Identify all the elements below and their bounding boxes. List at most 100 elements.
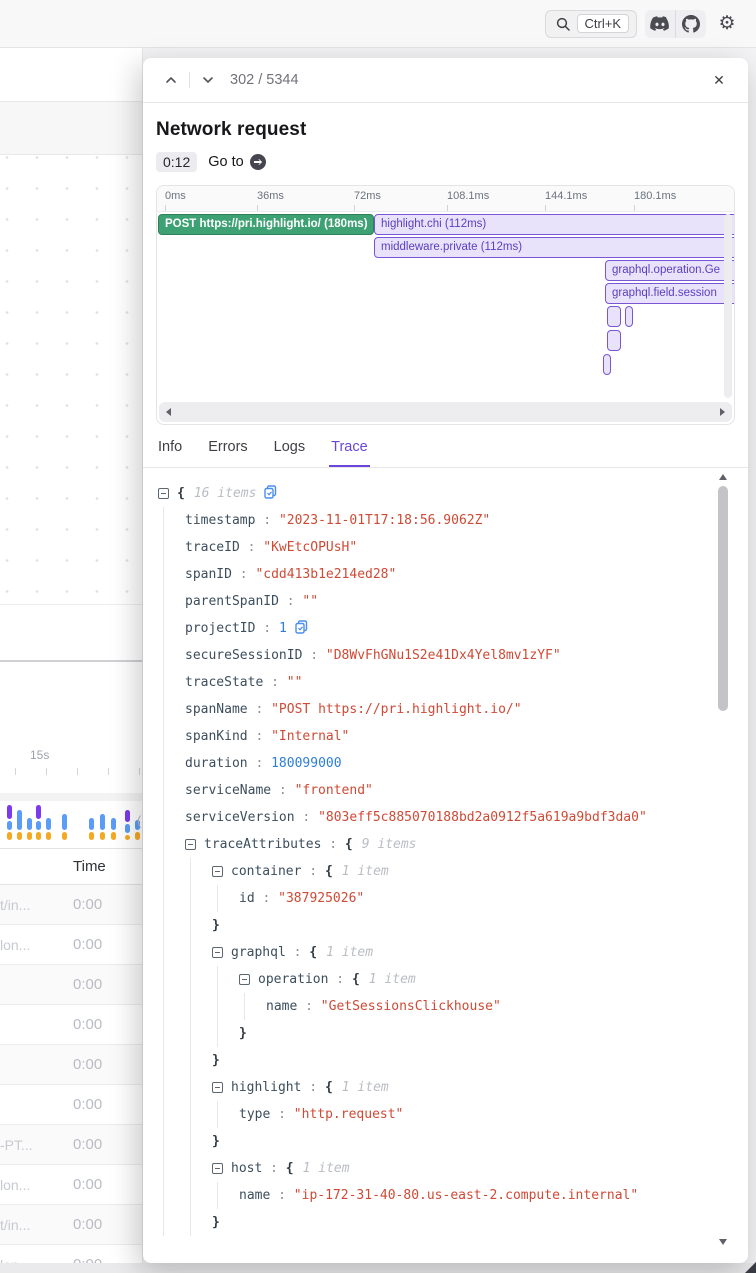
trace-span[interactable] [603,354,611,375]
histogram-bar-segment [89,832,94,840]
histogram-bar-segment [111,818,116,830]
tree-line: projectID : 1 [185,615,308,642]
histogram-bar-segment [36,832,41,840]
request-counter: 302 / 5344 [230,72,299,88]
tree-line: id : "387925026" [239,885,364,912]
scroll-down-icon[interactable] [719,1239,727,1245]
histogram-bar-segment [17,810,22,830]
table-row[interactable]: lon...0:00 [0,925,142,965]
row-label: -PT... [0,1137,62,1153]
tree-line: operation : {1 item [239,966,416,993]
background-subheader-row [0,102,142,155]
indent-guide [217,1182,218,1209]
search-button[interactable]: Ctrl+K [545,10,637,38]
tree-line: traceState : "" [185,669,302,696]
page-title: Network request [156,119,735,141]
table-row[interactable]: 0:00 [0,1045,142,1085]
axis-tick-label: 144.1ms [545,190,587,202]
trace-span[interactable]: POST https://pri.highlight.io/ (180ms) [158,214,374,235]
community-links [645,10,706,38]
collapse-toggle-icon[interactable] [158,488,169,499]
previous-request-button[interactable] [161,70,181,90]
table-row[interactable]: lon...0:00 [0,1165,142,1205]
tree-line: timestamp : "2023-11-01T17:18:56.9062Z" [185,507,490,534]
goto-label: Go to [208,154,243,170]
table-row[interactable]: t/in...0:00 [0,885,142,925]
trace-json-tree: {16 itemstimestamp : "2023-11-01T17:18:5… [156,468,735,1255]
histogram-bar-segment [100,814,105,830]
table-row[interactable]: -PT...0:00 [0,1125,142,1165]
tree-line: type : "http.request" [239,1101,403,1128]
detail-tabs: Info Errors Logs Trace [156,439,735,467]
close-button[interactable] [708,69,730,91]
tab-logs[interactable]: Logs [274,439,305,467]
table-row[interactable]: 0:00 [0,965,142,1005]
tree-line: graphql : {1 item [212,939,373,966]
trace-span[interactable]: graphql.operation.Ge [605,260,735,281]
collapse-toggle-icon[interactable] [185,839,196,850]
scroll-up-icon[interactable] [719,474,727,480]
trace-span[interactable] [607,306,621,327]
copy-icon[interactable] [295,620,308,634]
row-time: 0:00 [73,1096,102,1113]
row-time: 0:00 [73,1216,102,1233]
trace-span[interactable]: middleware.private (112ms) [374,237,735,258]
table-row[interactable]: t/in...0:00 [0,1205,142,1245]
table-row[interactable]: 0:00 [0,1085,142,1125]
mini-axis-tick [46,768,47,775]
copy-icon[interactable] [264,485,277,499]
scrollbar-thumb[interactable] [718,486,728,711]
search-shortcut: Ctrl+K [577,14,629,33]
collapse-toggle-icon[interactable] [212,1082,223,1093]
table-body: t/in...0:00lon...0:000:000:000:000:00-PT… [0,885,142,1273]
histogram-bar-segment [89,818,94,830]
histogram-bar-segment [135,832,140,840]
page-bottom-strip [0,1263,756,1273]
timeline-axis-label: 15s [30,748,49,762]
mini-axis-tick [139,768,140,775]
settings-button[interactable] [714,10,740,38]
flame-horizontal-scrollbar[interactable] [159,402,732,422]
scroll-right-icon[interactable] [720,408,725,416]
collapse-toggle-icon[interactable] [212,947,223,958]
tab-trace[interactable]: Trace [331,439,368,467]
histogram-bar-segment [62,814,67,830]
row-label: lon... [0,937,62,953]
goto-link[interactable]: Go to [208,154,265,170]
histogram-bar-segment [17,832,22,840]
network-request-panel: 302 / 5344 Network request 0:12 Go to 0m… [143,58,748,1263]
collapse-toggle-icon[interactable] [212,1163,223,1174]
histogram-bar-segment [7,832,12,840]
axis-tick-mark [257,205,258,211]
mini-axis-tick [77,768,78,775]
trace-span[interactable]: highlight.chi (112ms) [374,214,735,235]
axis-tick-mark [545,205,546,211]
collapse-toggle-icon[interactable] [239,974,250,985]
row-time: 0:00 [73,1176,102,1193]
row-label: t/in... [0,897,62,913]
trace-span[interactable]: graphql.field.session [605,283,735,304]
tab-info[interactable]: Info [158,439,182,467]
tree-scrollbar[interactable] [718,468,729,1251]
tree-line: name : "ip-172-31-40-80.us-east-2.comput… [239,1182,638,1209]
indent-guide [217,1101,218,1128]
axis-tick-label: 108.1ms [447,190,489,202]
github-button[interactable] [676,10,706,38]
next-request-button[interactable] [198,70,218,90]
discord-button[interactable] [645,10,675,38]
axis-tick-mark [447,205,448,211]
tree-line: secureSessionID : "D8WvFhGNu1S2e41Dx4Yel… [185,642,561,669]
flame-vertical-scrollbar[interactable] [724,214,732,398]
trace-span[interactable] [607,330,621,351]
histogram-bar-segment [46,832,51,840]
table-row[interactable]: 0:00 [0,1005,142,1045]
collapse-toggle-icon[interactable] [212,866,223,877]
tab-errors[interactable]: Errors [208,439,247,467]
time-column-header: Time [73,858,106,875]
scroll-left-icon[interactable] [166,408,171,416]
tree-line: parentSpanID : "" [185,588,318,615]
trace-span[interactable] [625,306,633,327]
tree-line: } [212,1047,220,1074]
header-divider [189,72,190,88]
tree-line: spanKind : "Internal" [185,723,349,750]
